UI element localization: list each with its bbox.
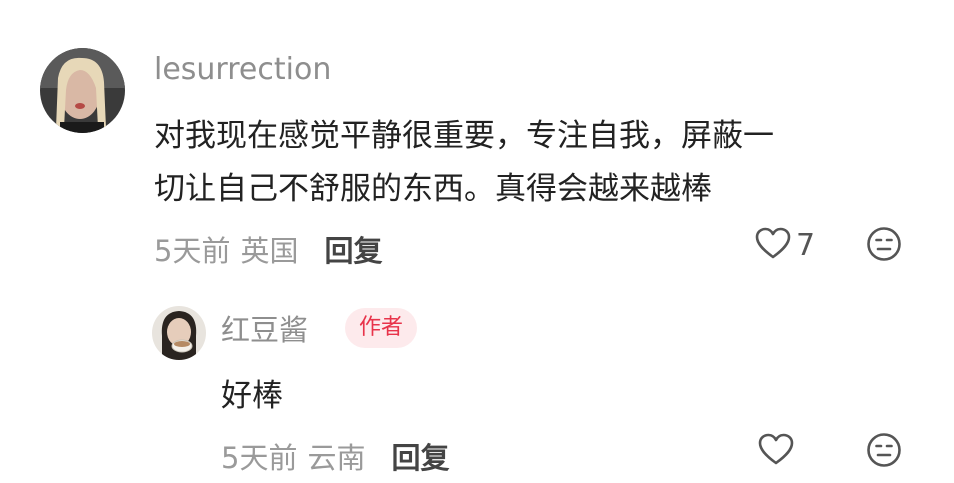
comment-text-line-2: 切让自己不舒服的东西。真得会越来越棒 [154,171,712,207]
avatar[interactable] [152,306,206,360]
reply-username[interactable]: 红豆酱 [221,307,308,349]
comment-meta: 5天前 英国 回复 [154,228,382,270]
comment-item: lesurrection 对我现在感觉平静很重要，专注自我，屏蔽一 切让自己不舒… [0,0,954,270]
reply-text: 好棒 [221,378,283,414]
like-button[interactable]: 7 [754,226,815,264]
like-count: 7 [796,227,816,263]
dislike-button[interactable] [866,226,902,266]
reply-time: 5天前 [221,441,298,475]
like-button[interactable] [757,432,795,470]
reply-button[interactable]: 回复 [324,228,382,270]
comment-username[interactable]: lesurrection [154,52,331,87]
reply-comment-item: 红豆酱 作者 好棒 5天前 云南 回复 [0,290,954,483]
comment-time: 5天前 [154,234,231,268]
reply-location: 云南 [307,441,366,475]
reply-meta: 5天前 云南 回复 [221,435,449,477]
avatar[interactable] [40,48,125,133]
comment-location: 英国 [240,234,299,268]
heart-icon [754,226,792,264]
unhappy-face-icon [866,433,902,472]
author-badge: 作者 [345,308,418,348]
heart-icon [757,432,795,470]
reply-button[interactable]: 回复 [391,435,449,477]
unhappy-face-icon [866,227,902,266]
comment-text-line-1: 对我现在感觉平静很重要，专注自我，屏蔽一 [154,118,774,154]
dislike-button[interactable] [866,432,902,472]
